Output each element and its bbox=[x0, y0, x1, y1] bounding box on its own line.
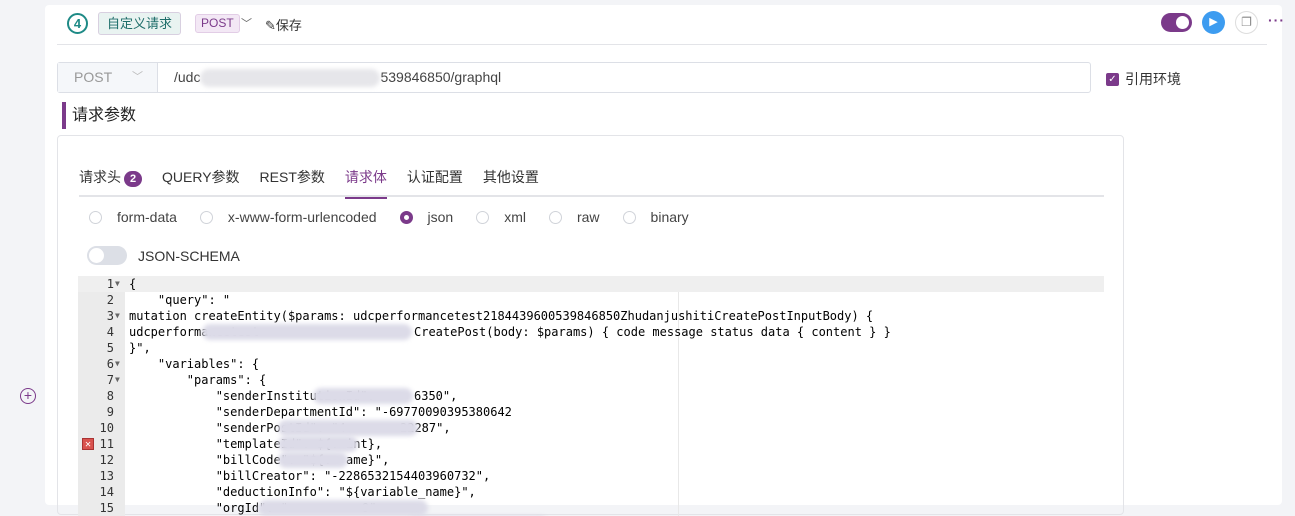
params-panel: 请求头 2 QUERY参数 REST参数 请求体 认证配置 其他设置 form-d… bbox=[57, 135, 1124, 516]
body-type-radios: form-data x-www-form-urlencoded json xml… bbox=[89, 209, 712, 225]
redacted-blur bbox=[200, 69, 381, 88]
redacted-blur bbox=[278, 436, 358, 452]
line-number: 4 bbox=[106, 325, 114, 339]
line-number: 7 bbox=[106, 373, 114, 387]
url-input[interactable]: /udc 539846850/graphql bbox=[158, 63, 501, 92]
code-line: 6 ▼ "variables": { bbox=[78, 356, 1104, 372]
code-editor[interactable]: 1 ▼{2 "query": " 3 ▼ mutation createEntity($… bbox=[78, 276, 1104, 516]
fold-icon[interactable]: ▼ bbox=[115, 308, 120, 324]
tab-query[interactable]: QUERY参数 bbox=[162, 166, 240, 197]
code-line: 14 "deductionInfo": "${variable_name}", bbox=[78, 484, 1104, 500]
fold-icon[interactable]: ▼ bbox=[115, 356, 120, 372]
line-number: 6 bbox=[106, 357, 114, 371]
save-button[interactable]: ✎保存 bbox=[265, 15, 302, 34]
more-icon[interactable]: ··· bbox=[1268, 12, 1285, 28]
code-line: 13 "billCreator": "-2286532154403960732"… bbox=[78, 468, 1104, 484]
step-header: 4 自定义请求 POST ﹀ ✎保存 ▶ ❐ ··· bbox=[57, 5, 1284, 45]
code-line: 1 ▼{ bbox=[78, 276, 1104, 292]
method-select[interactable]: POST ﹀ bbox=[58, 63, 158, 92]
code-line: 11 ✕ "templateId": ${v int}, bbox=[78, 436, 1104, 452]
line-number: 13 bbox=[99, 469, 114, 483]
code-line: 15 "orgId": "9" bbox=[78, 500, 1104, 516]
line-number: 14 bbox=[99, 485, 114, 499]
code-line: 4 udcperformancetest CreatePost(body: $par… bbox=[78, 324, 1104, 340]
url-bar: POST ﹀ /udc 539846850/graphql bbox=[57, 62, 1091, 93]
line-number: 5 bbox=[106, 341, 114, 355]
line-number: 8 bbox=[106, 389, 114, 403]
line-number: 15 bbox=[99, 501, 114, 515]
tab-body[interactable]: 请求体 bbox=[344, 166, 387, 199]
code-line: 3 ▼ mutation createEntity($params: udcperf… bbox=[78, 308, 1104, 324]
request-step-card: 4 自定义请求 POST ﹀ ✎保存 ▶ ❐ ··· POST ﹀ /udc 539… bbox=[45, 5, 1284, 516]
fold-icon[interactable]: ▼ bbox=[115, 276, 120, 292]
radio-xml[interactable]: xml bbox=[476, 209, 526, 225]
code-line: 8 "senderInstitutionId": 6350", bbox=[78, 388, 1104, 404]
redacted-blur bbox=[258, 500, 428, 516]
copy-icon[interactable]: ❐ bbox=[1235, 11, 1258, 34]
line-number: 10 bbox=[99, 421, 114, 435]
radio-raw[interactable]: raw bbox=[548, 209, 600, 225]
redacted-blur bbox=[278, 452, 348, 468]
step-number: 4 bbox=[67, 13, 88, 34]
redacted-blur bbox=[278, 420, 418, 436]
radio-form-data[interactable]: form-data bbox=[89, 209, 177, 225]
line-number: 3 bbox=[106, 309, 114, 323]
json-schema-toggle[interactable]: JSON-SCHEMA bbox=[87, 246, 240, 265]
enable-toggle[interactable] bbox=[1161, 13, 1192, 32]
code-line: 7 ▼ "params": { bbox=[78, 372, 1104, 388]
radio-urlencoded[interactable]: x-www-form-urlencoded bbox=[199, 209, 377, 225]
params-tabs: 请求头 2 QUERY参数 REST参数 请求体 认证配置 其他设置 bbox=[79, 166, 1104, 199]
add-step-icon[interactable]: + bbox=[20, 388, 36, 404]
section-title: 请求参数 bbox=[62, 102, 136, 129]
use-env-checkbox[interactable]: ✓ 引用环境 bbox=[1106, 69, 1181, 89]
redacted-blur bbox=[202, 324, 412, 340]
line-number: 2 bbox=[106, 293, 114, 307]
code-line: 10 "senderPostId": "4 22287", bbox=[78, 420, 1104, 436]
fold-icon[interactable]: ▼ bbox=[115, 372, 120, 388]
line-number: 9 bbox=[106, 405, 114, 419]
tab-auth[interactable]: 认证配置 bbox=[407, 166, 463, 197]
request-type-tag: 自定义请求 bbox=[98, 12, 182, 35]
error-icon: ✕ bbox=[82, 438, 94, 450]
tab-headers[interactable]: 请求头 2 bbox=[79, 166, 142, 197]
tab-other[interactable]: 其他设置 bbox=[483, 166, 539, 197]
run-icon[interactable]: ▶ bbox=[1202, 11, 1225, 34]
code-line: 9 "senderDepartmentId": "-69770090395380… bbox=[78, 404, 1104, 420]
count-badge: 2 bbox=[124, 171, 142, 187]
line-number: 12 bbox=[99, 453, 114, 467]
chevron-down-icon: ﹀ bbox=[132, 71, 143, 83]
method-badge[interactable]: POST bbox=[195, 14, 240, 33]
tab-rest[interactable]: REST参数 bbox=[260, 166, 325, 197]
check-icon: ✓ bbox=[1106, 72, 1119, 86]
code-line: 2 "query": " bbox=[78, 292, 1104, 308]
radio-binary[interactable]: binary bbox=[622, 209, 689, 225]
line-number: 1 bbox=[106, 277, 114, 291]
redacted-blur bbox=[313, 388, 413, 404]
radio-json[interactable]: json bbox=[399, 209, 453, 225]
chevron-down-icon[interactable]: ﹀ bbox=[241, 15, 252, 31]
pencil-icon: ✎ bbox=[265, 18, 276, 33]
code-line: 12 "billCode": "${v ame}", bbox=[78, 452, 1104, 468]
code-line: 5}", bbox=[78, 340, 1104, 356]
